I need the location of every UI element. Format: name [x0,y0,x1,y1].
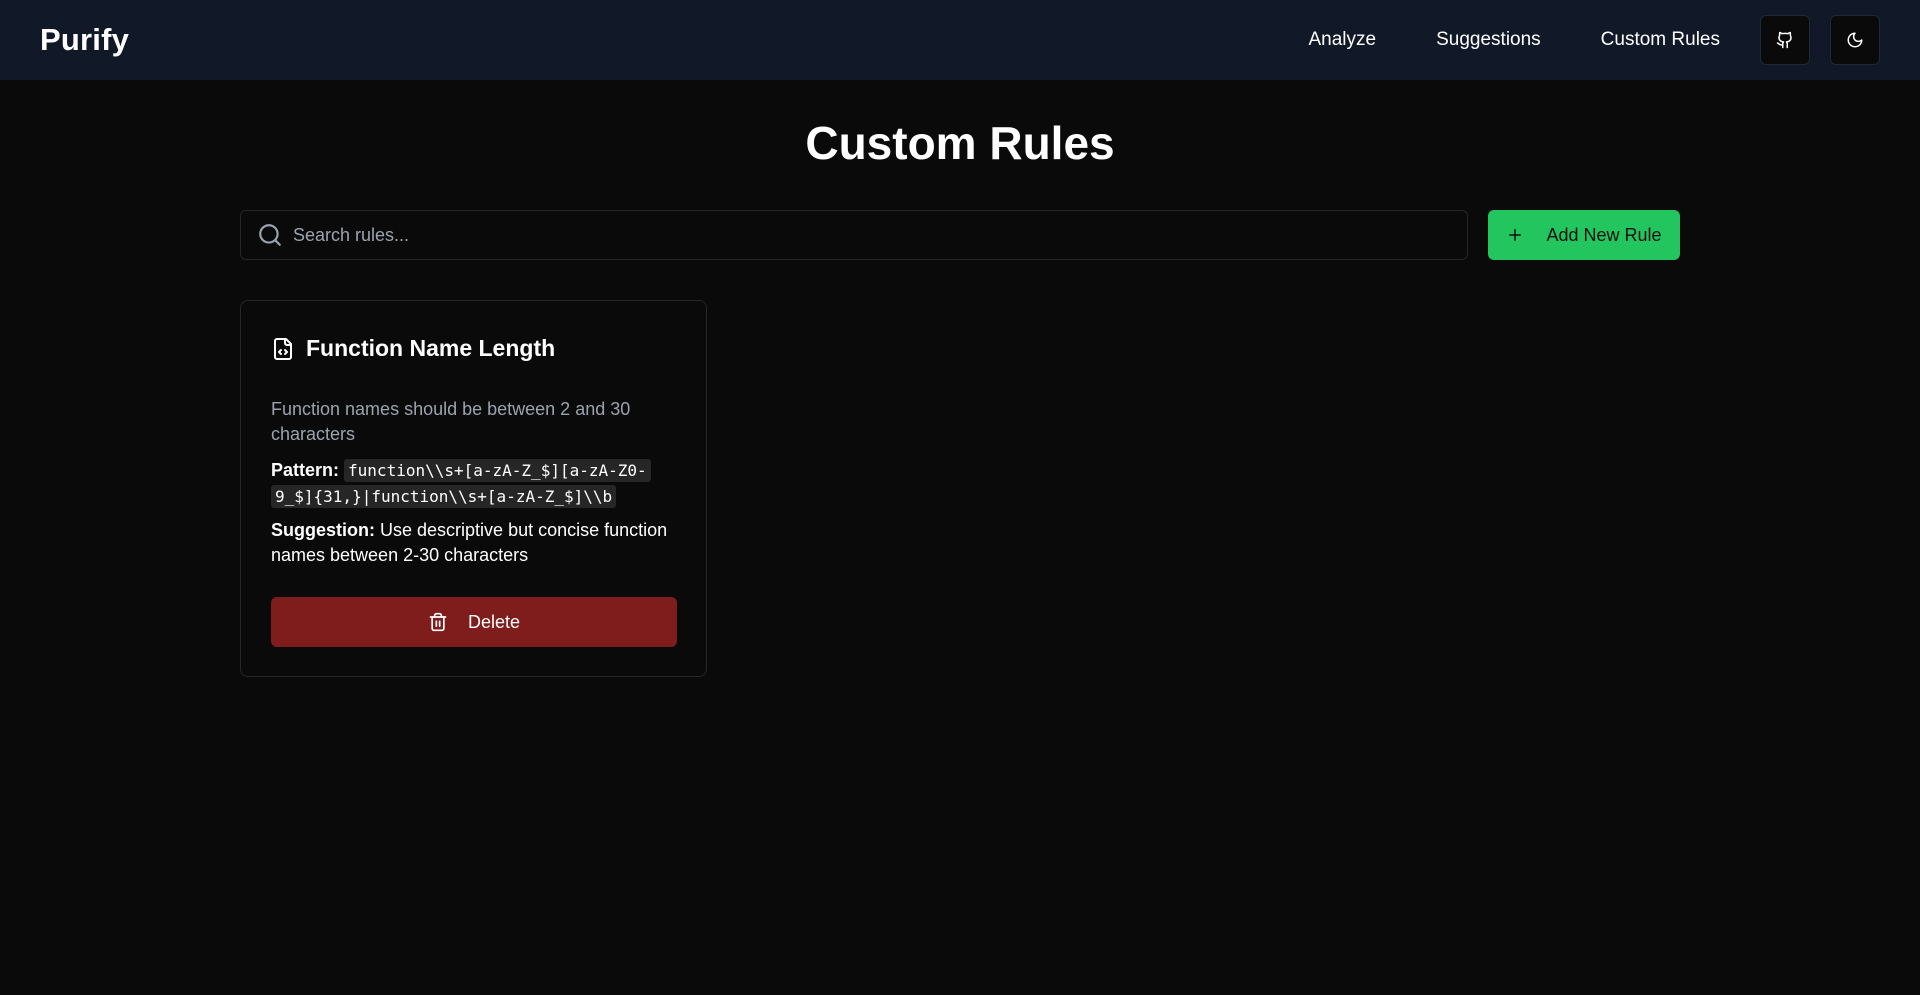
file-code-icon [274,337,292,360]
rule-card-header: Function Name Length [271,335,555,362]
nav-suggestions[interactable]: Suggestions [1436,29,1541,51]
github-button[interactable] [1760,15,1810,65]
pattern-label: Pattern: [271,460,340,480]
nav-custom-rules[interactable]: Custom Rules [1601,29,1720,51]
search-input[interactable] [283,211,1467,259]
moon-icon [1847,32,1863,48]
delete-rule-button[interactable]: Delete [271,597,677,647]
theme-toggle-button[interactable] [1830,15,1880,65]
rule-suggestion: Suggestion: Use descriptive but concise … [271,518,681,568]
rule-pattern: Pattern: function\\s+[a-zA-Z_$][a-zA-Z0-… [271,458,681,510]
github-icon [1776,31,1792,49]
top-navbar: Purify Analyze Suggestions Custom Rules [0,0,1920,80]
search-icon [259,224,281,246]
nav-analyze[interactable]: Analyze [1308,29,1376,51]
page-title: Custom Rules [805,117,1115,169]
rule-description: Function names should be between 2 and 3… [271,399,631,444]
plus-icon [1509,229,1522,241]
delete-label: Delete [467,611,521,632]
add-new-rule-label: Add New Rule [1546,224,1662,245]
rule-card: Function Name Length Function names shou… [240,300,707,677]
main-nav: Analyze Suggestions Custom Rules [1308,0,1880,80]
search-box[interactable] [240,210,1468,260]
rule-title: Function Name Length [306,335,556,361]
brand-logo[interactable]: Purify [40,0,129,80]
add-new-rule-button[interactable]: Add New Rule [1488,210,1680,260]
trash-icon [429,612,447,632]
suggestion-label: Suggestion: [271,520,375,540]
